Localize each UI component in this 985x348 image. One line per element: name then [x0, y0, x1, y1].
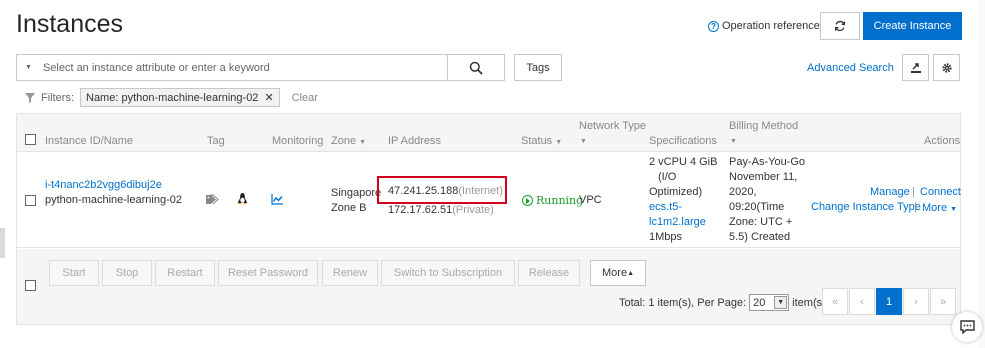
chevron-down-icon: ▼: [774, 296, 788, 309]
search-placeholder: Select an instance attribute or enter a …: [42, 61, 270, 74]
instance-type-link[interactable]: ecs.t5-: [649, 200, 682, 215]
network-type: VPC: [579, 194, 602, 206]
table-header: Instance ID/Name Tag Monitoring Zone ▼ I…: [17, 114, 960, 152]
caret-up-icon: ▲: [627, 269, 634, 277]
page-next-button[interactable]: ›: [903, 288, 929, 315]
header-zone[interactable]: Zone ▼: [331, 135, 366, 147]
select-all-checkbox[interactable]: [25, 134, 36, 145]
filter-chip: Name: python-machine-learning-02 ✕: [80, 88, 280, 107]
items-suffix: item(s): [792, 296, 826, 309]
search-icon: [469, 61, 483, 75]
header-monitoring: Monitoring: [272, 135, 324, 147]
header-status[interactable]: Status ▼: [521, 135, 562, 147]
more-actions-link[interactable]: More ▼: [922, 201, 957, 217]
connect-link[interactable]: Connect: [920, 185, 961, 200]
reset-password-button[interactable]: Reset Password: [218, 260, 318, 286]
billing-line3: 2020,: [729, 186, 757, 198]
filter-icon: [25, 92, 35, 103]
header-tag: Tag: [207, 135, 225, 147]
renew-button[interactable]: Renew: [322, 260, 378, 286]
advanced-search-link[interactable]: Advanced Search: [807, 62, 894, 74]
network-filter-icon[interactable]: ▼: [580, 138, 587, 145]
change-instance-type-link[interactable]: Change Instance Type: [811, 200, 921, 215]
spec-line3: Optimized): [649, 186, 703, 198]
release-button[interactable]: Release: [518, 260, 580, 286]
ip-private: 172.17.62.51(Private): [388, 204, 494, 216]
header-network: Network Type: [579, 120, 647, 132]
billing-line6: 5.5) Created: [729, 231, 791, 243]
action-separator-2: |: [914, 201, 917, 213]
start-button[interactable]: Start: [49, 260, 99, 286]
refresh-button[interactable]: [820, 12, 860, 40]
instance-id-link[interactable]: i-t4nanc2b2vgg6dibuj2e: [45, 178, 162, 193]
operation-reference-link[interactable]: ? Operation reference: [708, 20, 820, 32]
refresh-icon: [834, 20, 846, 32]
row-checkbox[interactable]: [25, 195, 36, 206]
search-input[interactable]: ▼ Select an instance attribute or enter …: [16, 54, 448, 81]
create-instance-button[interactable]: Create Instance: [863, 12, 962, 40]
instance-name: python-machine-learning-02: [45, 194, 182, 206]
per-page-select[interactable]: 20 ▼: [749, 294, 790, 311]
page-first-button[interactable]: «: [822, 288, 848, 315]
page-last-button[interactable]: »: [930, 288, 956, 315]
per-page-value: 20: [753, 296, 766, 309]
close-icon[interactable]: ✕: [264, 91, 273, 104]
table-row: i-t4nanc2b2vgg6dibuj2e python-machine-le…: [17, 152, 961, 248]
monitoring-chart-icon[interactable]: [271, 194, 284, 205]
filters-label: Filters:: [41, 91, 74, 104]
tag-icon[interactable]: [206, 194, 220, 205]
spec-line2: (I/O: [658, 171, 677, 183]
ip-internet: 47.241.25.188(Internet): [388, 185, 503, 197]
caret-down-icon: ▼: [25, 64, 32, 71]
spec-bandwidth: 1Mbps: [649, 231, 683, 243]
header-actions: Actions: [924, 135, 961, 147]
status-label: Running: [536, 194, 584, 207]
header-instance: Instance ID/Name: [45, 135, 134, 147]
action-separator: |: [912, 186, 915, 198]
instances-table: Instance ID/Name Tag Monitoring Zone ▼ I…: [16, 113, 961, 325]
billing-line5: Zone: UTC +: [729, 216, 793, 228]
search-button[interactable]: [447, 54, 505, 81]
billing-line2: November 11,: [729, 171, 798, 183]
header-specs: Specifications: [649, 135, 717, 147]
clear-filters-link[interactable]: Clear: [292, 92, 318, 104]
more-button[interactable]: More ▲: [590, 260, 646, 286]
manage-link[interactable]: Manage: [870, 185, 910, 200]
export-button[interactable]: [902, 54, 929, 81]
linux-icon: [237, 193, 248, 205]
stop-button[interactable]: Stop: [102, 260, 152, 286]
operation-reference-label: Operation reference: [722, 20, 820, 32]
page-title: Instances: [16, 10, 124, 38]
zone-line1: Singapore: [331, 187, 382, 199]
switch-subscription-button[interactable]: Switch to Subscription: [381, 260, 515, 286]
chat-icon: [959, 320, 975, 334]
instance-type-link-2[interactable]: lc1m2.large: [649, 215, 706, 230]
table-footer: Start Stop Restart Reset Password Renew …: [17, 249, 960, 324]
tags-button[interactable]: Tags: [514, 54, 562, 81]
scrollbar[interactable]: [979, 0, 985, 348]
export-icon: [910, 62, 921, 73]
help-icon: ?: [708, 20, 719, 32]
settings-button[interactable]: [933, 54, 960, 81]
status-badge: Running: [522, 193, 583, 208]
running-icon: [522, 195, 533, 206]
zone-line2: Zone B: [331, 202, 367, 214]
spec-line1: 2 vCPU 4 GiB: [649, 156, 718, 168]
page-prev-button[interactable]: ‹: [849, 288, 875, 315]
header-ip: IP Address: [388, 135, 441, 147]
side-panel-handle[interactable]: [0, 228, 5, 258]
chat-button[interactable]: [952, 312, 982, 342]
billing-line4: 09:20(Time: [729, 201, 785, 213]
pagination-info: Total: 1 item(s), Per Page: 20 ▼ item(s): [619, 294, 826, 311]
page-1-button[interactable]: 1: [876, 288, 902, 315]
gear-icon: [941, 62, 952, 73]
header-billing: Billing Method: [729, 120, 799, 132]
filter-chip-label: Name: python-machine-learning-02: [86, 91, 259, 104]
billing-filter-icon[interactable]: ▼: [730, 138, 737, 145]
filters-row: Filters: Name: python-machine-learning-0…: [25, 88, 318, 107]
billing-line1: Pay-As-You-Go: [729, 156, 806, 168]
restart-button[interactable]: Restart: [155, 260, 215, 286]
total-label: Total: 1 item(s), Per Page:: [619, 296, 747, 309]
footer-select-all-checkbox[interactable]: [25, 280, 36, 291]
